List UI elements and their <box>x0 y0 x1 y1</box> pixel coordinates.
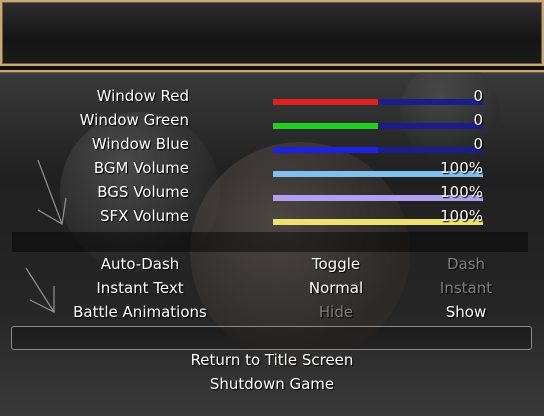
gauge-label[interactable]: Window Blue <box>0 132 189 156</box>
option-choice-b[interactable]: Instant <box>416 276 516 300</box>
gauge-label[interactable]: SFX Volume <box>0 204 189 228</box>
option-choice-b[interactable]: Dash <box>416 252 516 276</box>
option-description-box <box>11 326 532 350</box>
option-choice-b[interactable]: Show <box>416 300 516 324</box>
separator-bar <box>12 232 528 252</box>
option-choice-a[interactable]: Normal <box>286 276 386 300</box>
gauge-label[interactable]: BGS Volume <box>0 180 189 204</box>
gauge-label[interactable]: BGM Volume <box>0 156 189 180</box>
gauge-value: 0 <box>473 111 483 129</box>
option-choice-a[interactable]: Hide <box>286 300 386 324</box>
gauge-value: 0 <box>473 135 483 153</box>
gauge-value: 100% <box>440 159 483 177</box>
return-to-title-command[interactable]: Return to Title Screen <box>0 348 544 372</box>
gauge-fill <box>273 123 378 129</box>
shutdown-game-command[interactable]: Shutdown Game <box>0 372 544 396</box>
gauge-label[interactable]: Window Green <box>0 108 189 132</box>
gauge-label[interactable]: Window Red <box>0 84 189 108</box>
gauge-value: 0 <box>473 87 483 105</box>
option-label[interactable]: Battle Animations <box>40 300 240 324</box>
gauge-fill <box>273 147 378 153</box>
option-label[interactable]: Auto-Dash <box>40 252 240 276</box>
gauge-value: 100% <box>440 183 483 201</box>
option-choice-a[interactable]: Toggle <box>286 252 386 276</box>
gauge-value: 100% <box>440 207 483 225</box>
option-label[interactable]: Instant Text <box>40 276 240 300</box>
gauge-fill <box>273 99 378 105</box>
help-window <box>0 0 544 66</box>
